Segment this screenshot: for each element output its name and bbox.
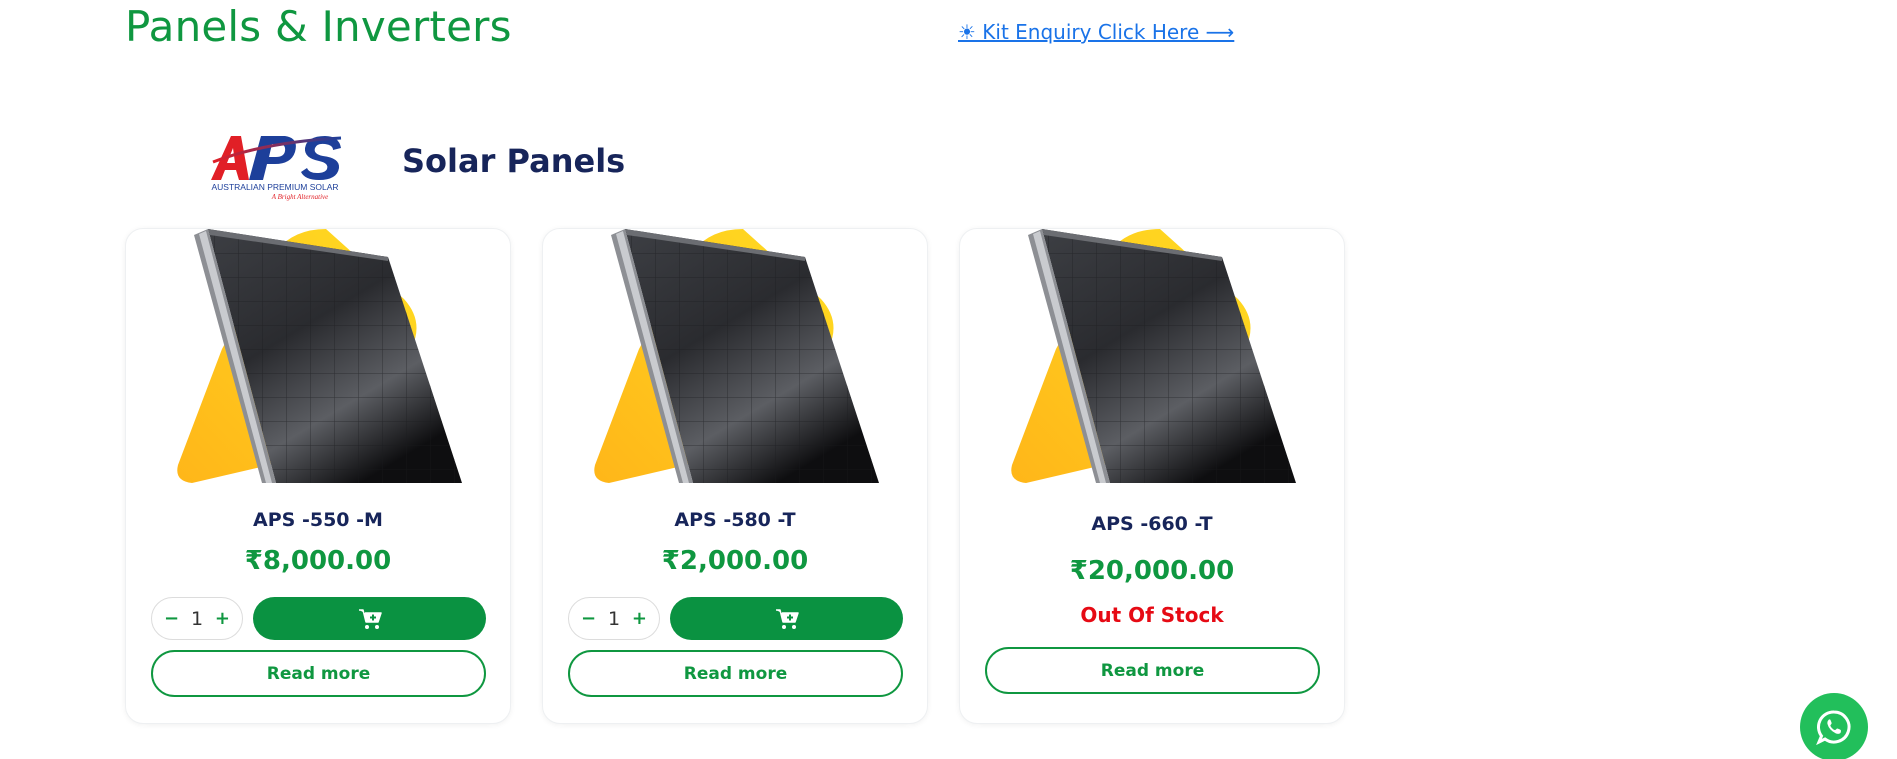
- quantity-stepper[interactable]: − 1 +: [151, 597, 243, 640]
- logo-tagline: A Bright Alternative: [271, 193, 329, 201]
- product-name[interactable]: APS -660 -T: [960, 513, 1344, 535]
- quantity-value[interactable]: 1: [608, 608, 620, 630]
- product-price: ₹8,000.00: [244, 546, 392, 576]
- section-title: Solar Panels: [402, 142, 626, 180]
- kit-enquiry-link[interactable]: ☀ Kit Enquiry Click Here ⟶: [958, 20, 1234, 44]
- whatsapp-icon: [1816, 710, 1851, 745]
- increase-quantity-button[interactable]: +: [215, 608, 230, 629]
- cart-plus-icon: [358, 608, 382, 629]
- decrease-quantity-button[interactable]: −: [164, 608, 179, 629]
- whatsapp-chat-button[interactable]: [1800, 693, 1868, 759]
- logo-subtitle: AUSTRALIAN PREMIUM SOLAR: [211, 182, 339, 192]
- quantity-value[interactable]: 1: [191, 608, 203, 630]
- page-title: Panels & Inverters: [125, 2, 512, 51]
- out-of-stock-label: Out Of Stock: [1080, 603, 1224, 627]
- add-to-cart-button[interactable]: [253, 597, 486, 640]
- add-to-cart-button[interactable]: [670, 597, 903, 640]
- decrease-quantity-button[interactable]: −: [581, 608, 596, 629]
- increase-quantity-button[interactable]: +: [632, 608, 647, 629]
- product-price: ₹20,000.00: [1069, 556, 1235, 586]
- read-more-button[interactable]: Read more: [568, 650, 903, 697]
- solar-panel-image[interactable]: [1000, 229, 1300, 483]
- solar-panel-image[interactable]: [166, 229, 466, 483]
- product-card: APS -550 -M ₹8,000.00 − 1 + Read more: [125, 228, 511, 724]
- product-name[interactable]: APS -580 -T: [543, 509, 927, 531]
- product-card: APS -660 -T ₹20,000.00 Out Of Stock Read…: [959, 228, 1345, 724]
- product-card: APS -580 -T ₹2,000.00 − 1 + Read more: [542, 228, 928, 724]
- brand-logo: AUSTRALIAN PREMIUM SOLAR A Bright Altern…: [205, 132, 345, 204]
- quantity-stepper[interactable]: − 1 +: [568, 597, 660, 640]
- product-name[interactable]: APS -550 -M: [126, 509, 510, 531]
- cart-plus-icon: [775, 608, 799, 629]
- product-price: ₹2,000.00: [661, 546, 809, 576]
- solar-panel-image[interactable]: [583, 229, 883, 483]
- read-more-button[interactable]: Read more: [985, 647, 1320, 694]
- read-more-button[interactable]: Read more: [151, 650, 486, 697]
